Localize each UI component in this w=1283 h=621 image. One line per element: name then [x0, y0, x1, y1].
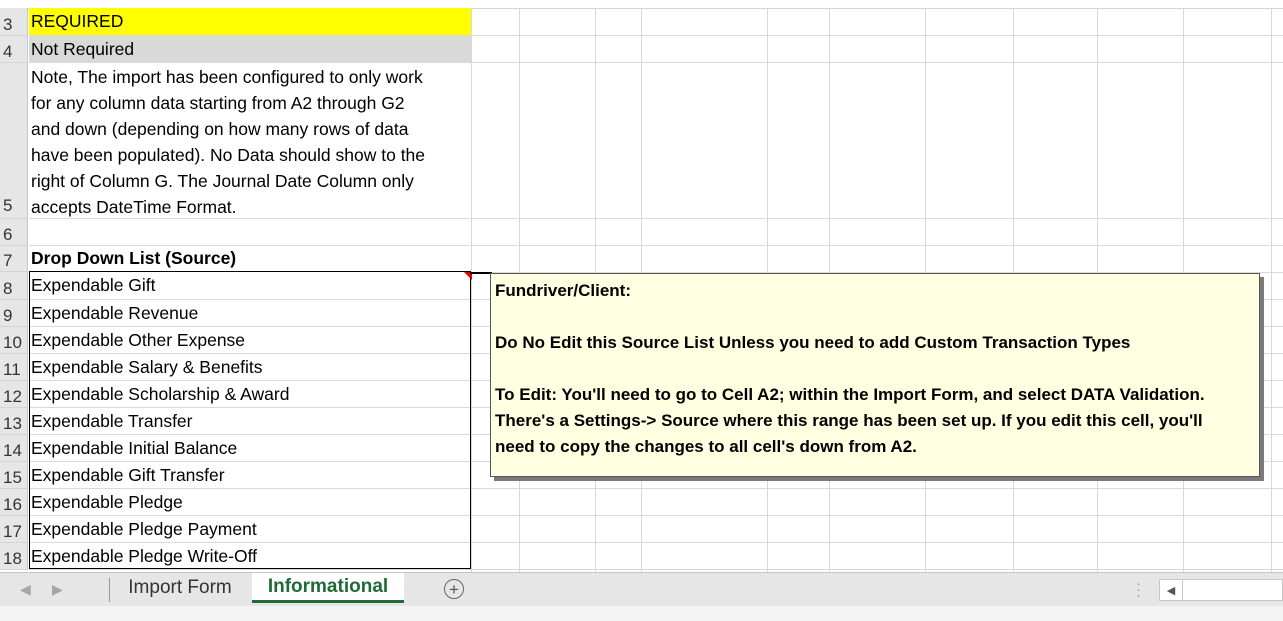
row-header[interactable]: 6	[0, 219, 28, 246]
tab-informational[interactable]: Informational	[252, 573, 404, 603]
cell-required[interactable]: REQUIRED	[29, 8, 471, 36]
list-item[interactable]: Expendable Transfer	[29, 408, 471, 435]
horizontal-scrollbar[interactable]: ◀	[1159, 579, 1283, 601]
status-bar	[0, 606, 1283, 621]
row-header[interactable]: 14	[0, 435, 28, 462]
gridline	[472, 569, 1283, 570]
row-header[interactable]: 4	[0, 36, 28, 63]
note-line: Note, The import has been configured to …	[31, 67, 423, 87]
gridline	[472, 488, 1283, 489]
list-item[interactable]: Expendable Pledge	[29, 489, 471, 516]
note-line: for any column data starting from A2 thr…	[31, 93, 405, 113]
list-item[interactable]: Expendable Gift	[29, 272, 471, 300]
comment-text: Do No Edit this Source List Unless you n…	[495, 333, 1131, 352]
row-header[interactable]: 8	[0, 272, 28, 300]
comment-heading: Fundriver/Client:	[495, 281, 632, 300]
cell-empty[interactable]	[29, 219, 471, 246]
plus-circle-icon[interactable]: +	[444, 579, 464, 599]
comment-text: To Edit: You'll need to go to Cell A2; w…	[495, 385, 1205, 404]
list-item[interactable]: Expendable Scholarship & Award	[29, 381, 471, 408]
list-item[interactable]: Expendable Initial Balance	[29, 435, 471, 462]
row-header[interactable]: 11	[0, 354, 28, 381]
comment-text: There's a Settings-> Source where this r…	[495, 411, 1203, 430]
cell-comment-box[interactable]: Fundriver/Client: Do No Edit this Source…	[490, 273, 1260, 477]
gridline	[472, 62, 1283, 63]
gridline	[472, 515, 1283, 516]
cell-drop-down-title[interactable]: Drop Down List (Source)	[29, 246, 471, 272]
row-header[interactable]: 16	[0, 489, 28, 516]
comment-text: need to copy the changes to all cell's d…	[495, 437, 917, 456]
gridline	[472, 218, 1283, 219]
scroll-tabs-left-icon[interactable]: ◀	[20, 581, 31, 598]
note-line: accepts DateTime Format.	[31, 197, 237, 217]
gridline	[472, 35, 1283, 36]
cell-import-note[interactable]: Note, The import has been configured to …	[29, 63, 471, 219]
gridline	[472, 542, 1283, 543]
more-options-icon[interactable]: · · ·	[1136, 576, 1141, 603]
note-line: right of Column G. The Journal Date Colu…	[31, 171, 414, 191]
note-line: have been populated). No Data should sho…	[31, 145, 426, 165]
list-item[interactable]: Expendable Revenue	[29, 300, 471, 327]
row-header[interactable]: 17	[0, 516, 28, 543]
row-header[interactable]: 15	[0, 462, 28, 489]
tab-import-form[interactable]: Import Form	[114, 573, 246, 603]
row-header[interactable]: 5	[0, 63, 28, 219]
note-line: and down (depending on how many rows of …	[31, 119, 409, 139]
scroll-tabs-right-icon[interactable]: ▶	[52, 581, 63, 598]
list-item[interactable]: Expendable Salary & Benefits	[29, 354, 471, 381]
row-header[interactable]: 3	[0, 8, 28, 36]
tab-divider	[109, 578, 110, 602]
row-header[interactable]: 18	[0, 543, 28, 570]
row-header[interactable]: 12	[0, 381, 28, 408]
row-header[interactable]: 10	[0, 327, 28, 354]
cell-not-required[interactable]: Not Required	[29, 36, 471, 63]
row-header[interactable]: 13	[0, 408, 28, 435]
row-header[interactable]: 7	[0, 246, 28, 272]
list-item[interactable]: Expendable Pledge Write-Off	[29, 543, 471, 570]
sheet-tab-bar: ◀ ▶ Import Form Informational + · · · ◀	[0, 572, 1283, 606]
list-item[interactable]: Expendable Pledge Payment	[29, 516, 471, 543]
comment-connector	[470, 272, 492, 274]
row-header[interactable]: 9	[0, 300, 28, 327]
worksheet-grid[interactable]: 3 REQUIRED 4 Not Required 5 Note, The im…	[0, 0, 1283, 572]
scroll-left-icon[interactable]: ◀	[1160, 580, 1183, 600]
list-item[interactable]: Expendable Other Expense	[29, 327, 471, 354]
list-item[interactable]: Expendable Gift Transfer	[29, 462, 471, 489]
gridline	[472, 245, 1283, 246]
